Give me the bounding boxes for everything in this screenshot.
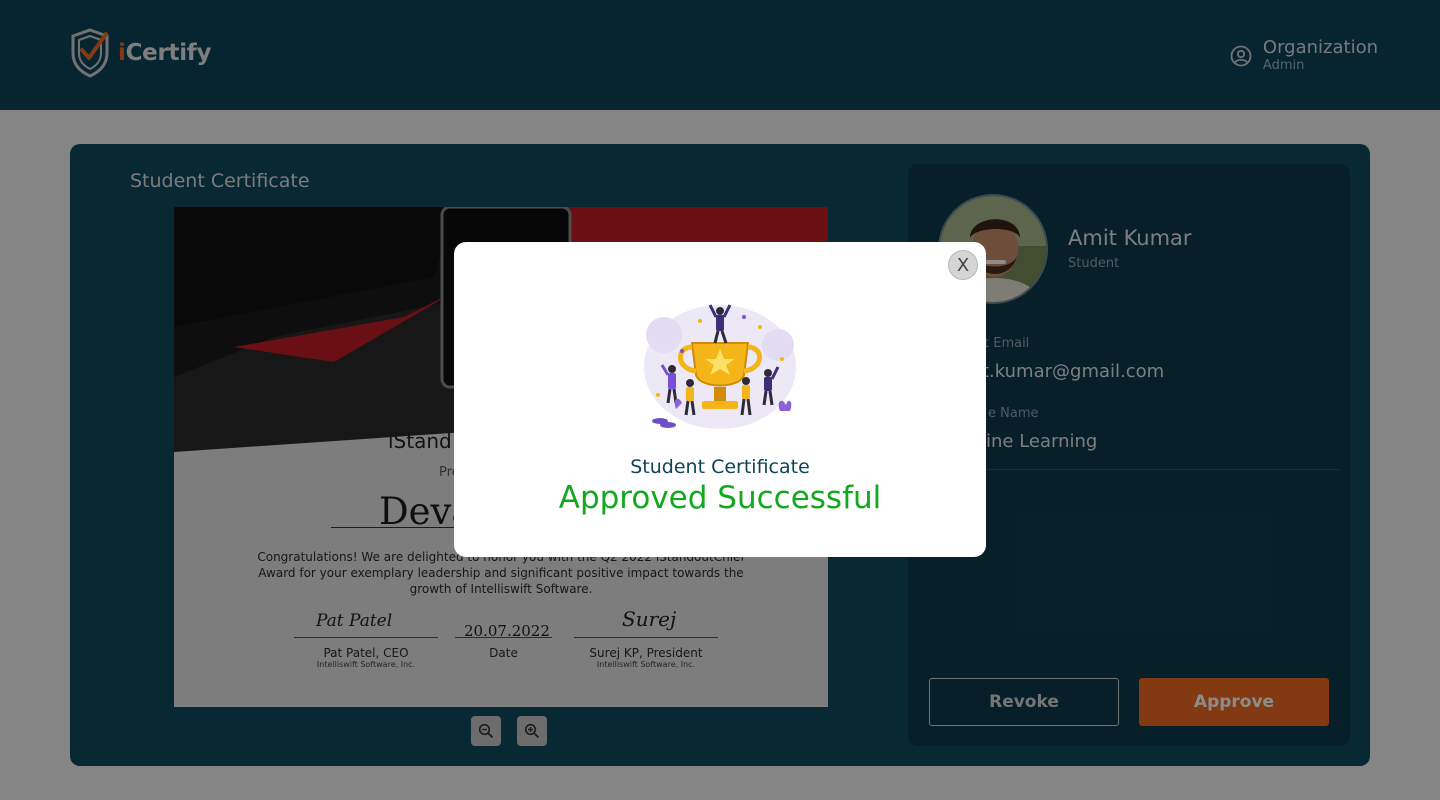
trophy-celebration-icon — [644, 304, 796, 429]
close-button[interactable]: X — [948, 250, 978, 280]
success-modal: X Student Certificate Approved Successfu… — [454, 242, 986, 557]
modal-title: Student Certificate — [630, 456, 810, 478]
modal-status: Approved Successful — [558, 480, 882, 516]
